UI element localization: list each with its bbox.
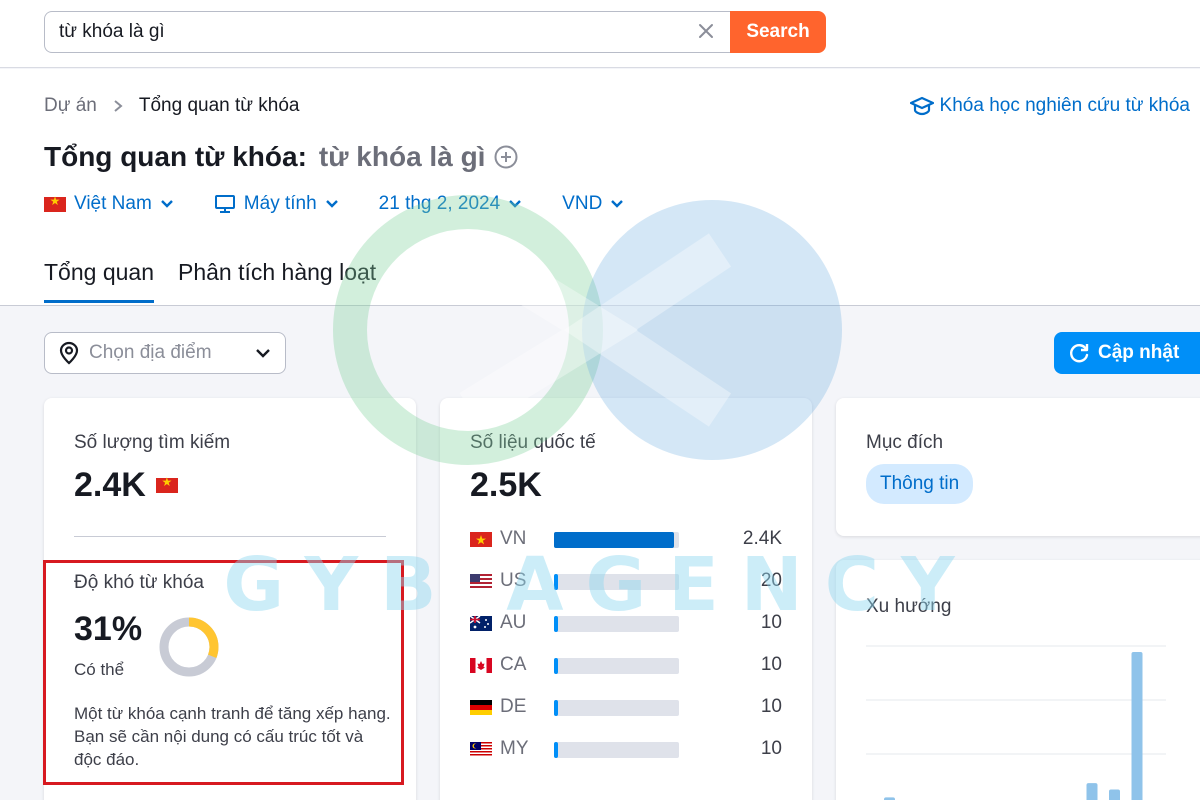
country-value: 2.4K [742, 528, 782, 549]
country-bar [554, 658, 679, 674]
course-link[interactable]: Khóa học nghiên cứu từ khóa [909, 95, 1190, 117]
trend-label: Xu hướng [866, 596, 952, 617]
country-bar-fill [554, 742, 558, 758]
canada-flag-icon [470, 657, 492, 673]
page-header: Dự án Tổng quan từ khóa Khóa học nghiên … [0, 69, 1200, 306]
filter-currency-label: VND [562, 193, 603, 214]
australia-flag-icon [470, 615, 492, 631]
search-button-label: Search [746, 21, 810, 42]
tab-bulk-analysis-label: Phân tích hàng loạt [177, 259, 377, 285]
filter-date[interactable]: 21 thg 2, 2024 [379, 193, 523, 215]
country-row-my: MY 10 [470, 736, 782, 762]
vietnam-flag-icon [155, 475, 178, 493]
country-row-ca: CA 10 [470, 652, 782, 678]
page-title-keyword: từ khóa là gì [318, 141, 486, 172]
chevron-right-icon [113, 99, 123, 113]
tab-overview[interactable]: Tổng quan [44, 259, 154, 303]
location-pin-icon [59, 341, 79, 365]
country-code: VN [500, 528, 527, 549]
page-title: Tổng quan từ khóa: từ khóa là gì [44, 141, 519, 173]
chevron-down-icon [508, 199, 522, 209]
usa-flag-icon [470, 573, 492, 589]
filters-row: Việt Nam Máy tính 21 thg 2, 2024 VND [44, 193, 664, 215]
country-bar-fill [554, 532, 674, 548]
country-value: 10 [760, 696, 782, 717]
refresh-icon [1070, 344, 1089, 363]
search-input-value: từ khóa là gì [59, 21, 165, 42]
filter-currency[interactable]: VND [562, 193, 624, 215]
tab-bar: Tổng quan Phân tích hàng loạt [44, 259, 400, 303]
top-search-bar: từ khóa là gì Search [0, 0, 1200, 68]
country-bar [554, 742, 679, 758]
filter-date-label: 21 thg 2, 2024 [378, 193, 501, 214]
country-code: AU [500, 612, 527, 633]
country-row-au: AU 10 [470, 610, 782, 636]
breadcrumb-current: Tổng quan từ khóa [138, 95, 300, 116]
country-bar [554, 616, 679, 632]
country-code: CA [500, 654, 527, 675]
clear-icon[interactable] [694, 19, 718, 43]
country-bar-fill [554, 658, 558, 674]
filter-device[interactable]: Máy tính [214, 193, 339, 215]
country-row-de: DE 10 [470, 694, 782, 720]
desktop-icon [214, 195, 235, 213]
country-value: 10 [760, 654, 782, 675]
country-code: MY [500, 738, 529, 759]
country-bar-fill [554, 700, 558, 716]
search-button[interactable]: Search [730, 11, 826, 53]
country-bar-fill [554, 574, 558, 590]
chevron-down-icon [610, 199, 624, 209]
country-bar [554, 700, 679, 716]
country-code: US [500, 570, 527, 591]
global-label: Số liệu quốc tế [470, 432, 596, 453]
vietnam-flag-icon [44, 194, 66, 212]
location-select-placeholder: Chọn địa điểm [89, 342, 212, 363]
page-title-prefix: Tổng quan từ khóa: [44, 141, 307, 172]
country-value: 20 [760, 570, 782, 591]
intent-badge: Thông tin [866, 464, 974, 504]
divider [74, 536, 386, 537]
vietnam-flag-icon [470, 531, 492, 547]
volume-label: Số lượng tìm kiếm [74, 432, 231, 453]
volume-value: 2.4K [74, 466, 146, 504]
volume-value-row: 2.4K [74, 466, 178, 505]
filter-device-label: Máy tính [243, 193, 317, 214]
global-value: 2.5K [470, 466, 542, 504]
intent-card: Mục đích Thông tin [836, 398, 1200, 536]
course-link-label: Khóa học nghiên cứu từ khóa [939, 95, 1190, 116]
country-value: 10 [760, 738, 782, 759]
chevron-down-icon [160, 199, 174, 209]
country-bar [554, 532, 679, 548]
trend-bar-chart [866, 645, 1166, 800]
kd-highlight-box [43, 560, 404, 785]
tab-overview-label: Tổng quan [44, 259, 154, 285]
germany-flag-icon [470, 699, 492, 715]
add-circle-icon[interactable] [493, 144, 519, 170]
location-select[interactable]: Chọn địa điểm [44, 332, 286, 374]
breadcrumb: Dự án Tổng quan từ khóa [44, 95, 299, 117]
update-button-label: Cập nhật [1098, 342, 1180, 363]
trend-bar [1131, 652, 1143, 800]
trend-bar [1086, 783, 1098, 800]
filter-country[interactable]: Việt Nam [44, 193, 174, 215]
country-row-us: US 20 [470, 568, 782, 594]
search-input[interactable]: từ khóa là gì [44, 11, 732, 53]
global-volume-card: Số liệu quốc tế 2.5K VN 2.4K US 20 AU 10… [440, 398, 812, 800]
tab-bulk-analysis[interactable]: Phân tích hàng loạt [178, 259, 376, 303]
country-value: 10 [760, 612, 782, 633]
country-bar [554, 574, 679, 590]
country-row-vn: VN 2.4K [470, 526, 782, 552]
graduation-cap-icon [909, 96, 934, 116]
chevron-down-icon [325, 199, 339, 209]
chevron-down-icon [256, 349, 270, 358]
malaysia-flag-icon [470, 741, 492, 757]
filter-country-label: Việt Nam [74, 193, 152, 214]
country-bar-fill [554, 616, 558, 632]
breadcrumb-root[interactable]: Dự án [44, 95, 97, 117]
country-code: DE [500, 696, 527, 717]
trend-bar [1109, 789, 1120, 800]
intent-label: Mục đích [866, 432, 944, 453]
trend-card: Xu hướng [836, 560, 1200, 800]
update-button[interactable]: Cập nhật [1054, 332, 1200, 374]
